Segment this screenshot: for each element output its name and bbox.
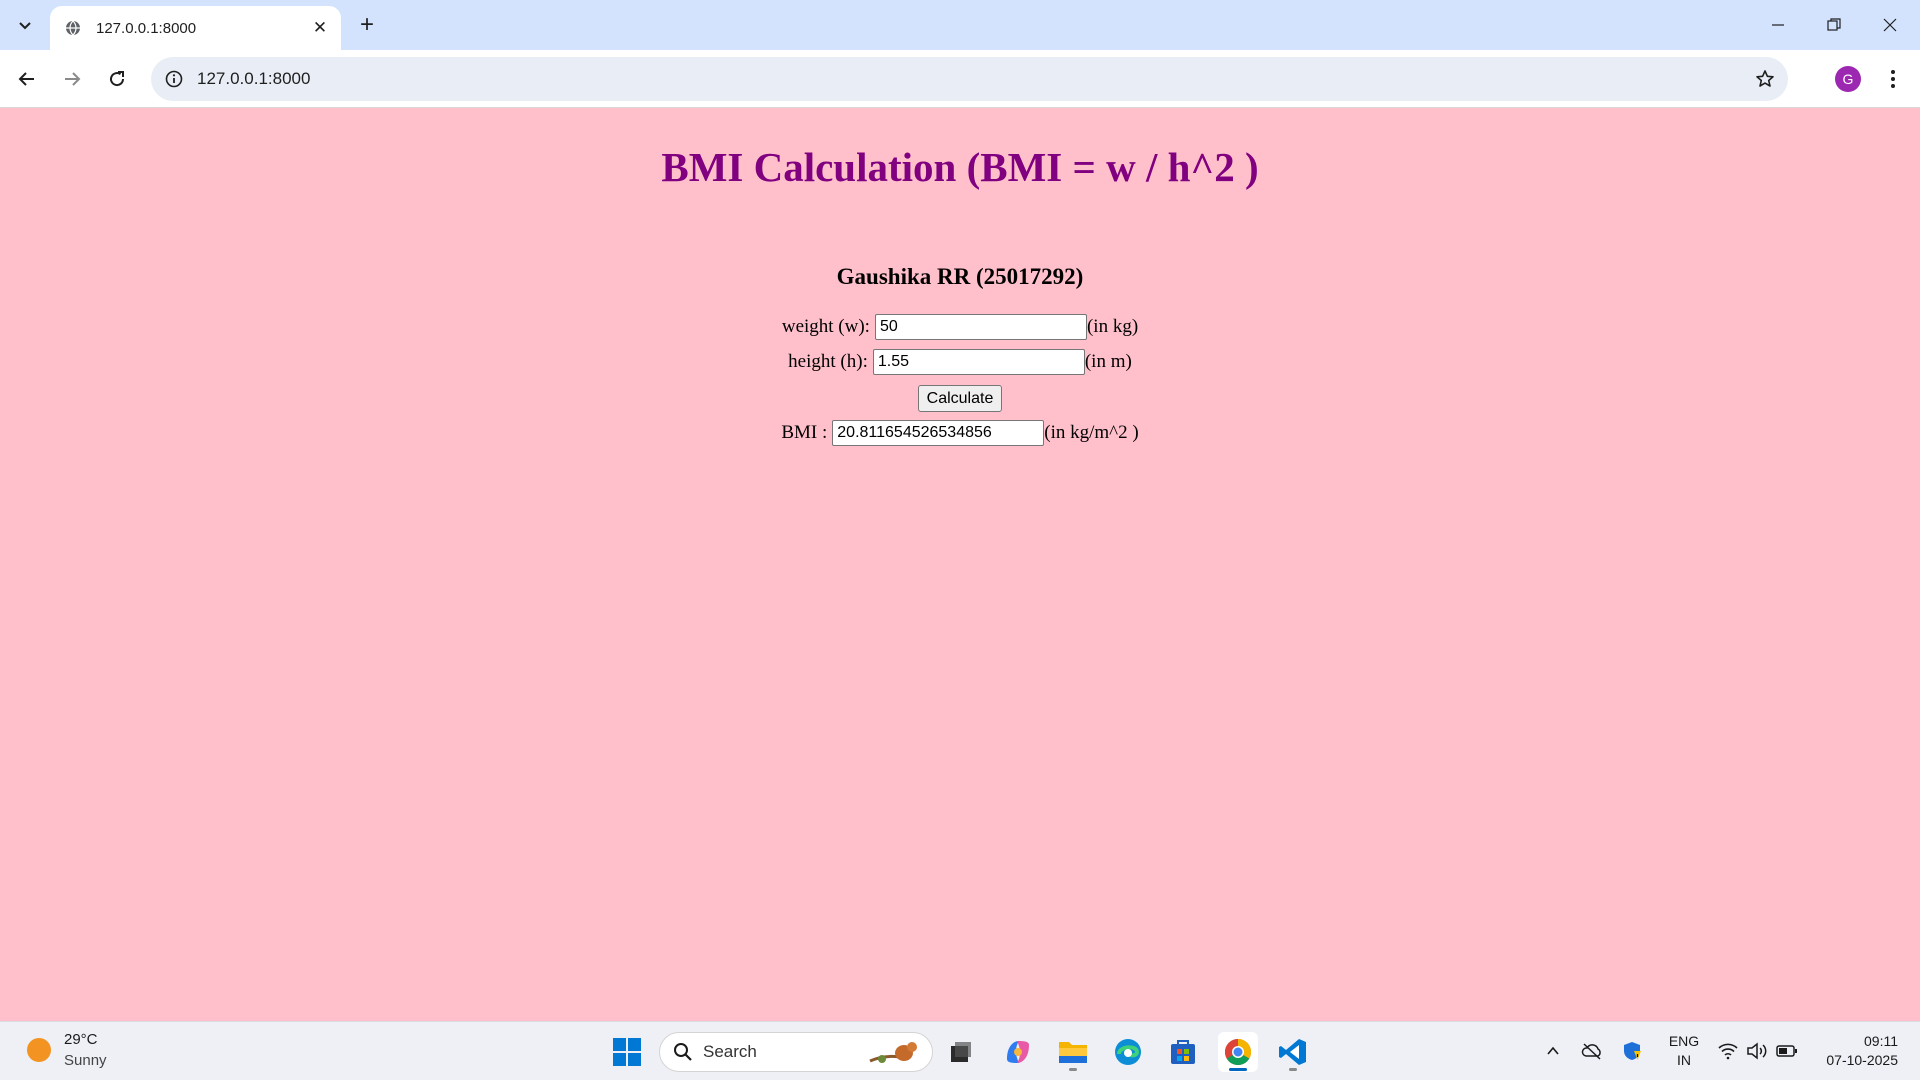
security-shield-icon[interactable] [1620,1039,1644,1063]
tab-search-button[interactable] [8,8,42,42]
student-name: Gaushika RR (25017292) [836,264,1084,289]
task-view-button[interactable] [941,1032,981,1072]
reload-icon [110,71,125,87]
chevron-up-icon [1547,1046,1559,1055]
site-info-icon[interactable] [163,68,185,90]
browser-toolbar: 127.0.0.1:8000 G [0,50,1920,108]
weather-temperature[interactable]: 29°C [64,1031,98,1048]
folder-icon [1059,1042,1087,1063]
bookmark-star-icon[interactable] [1754,68,1776,90]
region-code: IN [1677,1052,1691,1068]
minimize-icon [1772,24,1784,26]
height-input[interactable] [872,349,1085,375]
app-open-indicator [1289,1068,1297,1071]
windows-logo-icon [613,1038,641,1066]
calculate-row: Calculate [0,385,1920,412]
vscode-icon [1279,1039,1306,1065]
task-view-icon [951,1042,971,1062]
weight-label: weight (w): [781,316,870,337]
sun-icon[interactable] [27,1038,51,1062]
search-label: Search [703,1042,757,1061]
chrome-button[interactable] [1218,1032,1258,1072]
tab-close-icon[interactable]: ✕ [309,17,331,39]
edge-button[interactable] [1108,1032,1148,1072]
new-tab-button[interactable]: + [352,10,382,40]
language-code: ENG [1668,1033,1700,1049]
globe-icon [64,19,82,37]
calculate-button[interactable]: Calculate [917,385,1003,412]
weight-row: weight (w): (in kg) [0,314,1920,340]
volume-icon[interactable] [1745,1039,1769,1063]
minimize-button[interactable] [1750,0,1806,50]
edge-icon [1115,1039,1141,1065]
search-icon [674,1043,692,1061]
weight-unit: (in kg) [1086,316,1139,337]
address-bar[interactable]: 127.0.0.1:8000 [151,57,1788,101]
reload-button[interactable] [99,61,135,97]
browser-tab[interactable]: 127.0.0.1:8000 ✕ [50,6,341,50]
wifi-icon[interactable] [1716,1039,1740,1063]
app-open-indicator [1069,1068,1077,1071]
clock-date: 07-10-2025 [1826,1052,1898,1068]
onedrive-icon[interactable] [1580,1039,1604,1063]
battery-icon[interactable] [1775,1039,1799,1063]
page-content: BMI Calculation (BMI = w / h^2 ) Gaushik… [0,108,1920,1021]
vscode-button[interactable] [1273,1032,1313,1072]
clock-time: 09:11 [1864,1033,1898,1049]
tab-title: 127.0.0.1:8000 [96,19,197,37]
show-hidden-icons-button[interactable] [1541,1039,1565,1063]
height-row: height (h): (in m) [0,349,1920,375]
taskbar: 29°C Sunny Search ENG IN 09:11 07-10-202… [0,1021,1920,1080]
arrow-right-icon [65,72,81,86]
profile-avatar[interactable]: G [1835,66,1861,92]
store-button[interactable] [1163,1032,1203,1072]
system-clock[interactable]: 09:11 07-10-2025 [1808,1032,1898,1070]
copilot-icon [1007,1041,1029,1063]
more-vertical-icon [1891,70,1895,88]
back-button[interactable] [9,61,45,97]
bmi-output[interactable] [832,420,1045,446]
start-button[interactable] [607,1032,647,1072]
weather-description[interactable]: Sunny [64,1052,107,1069]
restore-button[interactable] [1806,0,1862,50]
close-icon [1883,18,1897,32]
bmi-row: BMI : (in kg/m^2 ) [0,420,1920,446]
browser-menu-button[interactable] [1878,64,1908,94]
taskbar-search[interactable]: Search [659,1032,933,1072]
height-unit: (in m) [1084,351,1132,372]
restore-icon [1827,18,1841,31]
weight-input[interactable] [874,314,1087,340]
url-text[interactable]: 127.0.0.1:8000 [197,69,310,89]
app-active-indicator [1229,1068,1247,1071]
file-explorer-button[interactable] [1053,1032,1093,1072]
height-label: height (h): [788,351,868,372]
browser-titlebar: 127.0.0.1:8000 ✕ + [0,0,1920,50]
chrome-icon [1224,1038,1252,1066]
close-window-button[interactable] [1862,0,1918,50]
forward-button[interactable] [54,61,90,97]
bmi-unit: (in kg/m^2 ) [1044,422,1139,443]
search-highlight-icon [869,1042,917,1063]
arrow-left-icon [18,72,34,86]
store-icon [1171,1040,1195,1064]
page-title: BMI Calculation (BMI = w / h^2 ) [661,144,1259,190]
copilot-button[interactable] [998,1032,1038,1072]
bmi-label: BMI : [781,422,828,443]
chevron-down-icon [19,22,31,30]
language-indicator[interactable]: ENG IN [1664,1032,1704,1070]
